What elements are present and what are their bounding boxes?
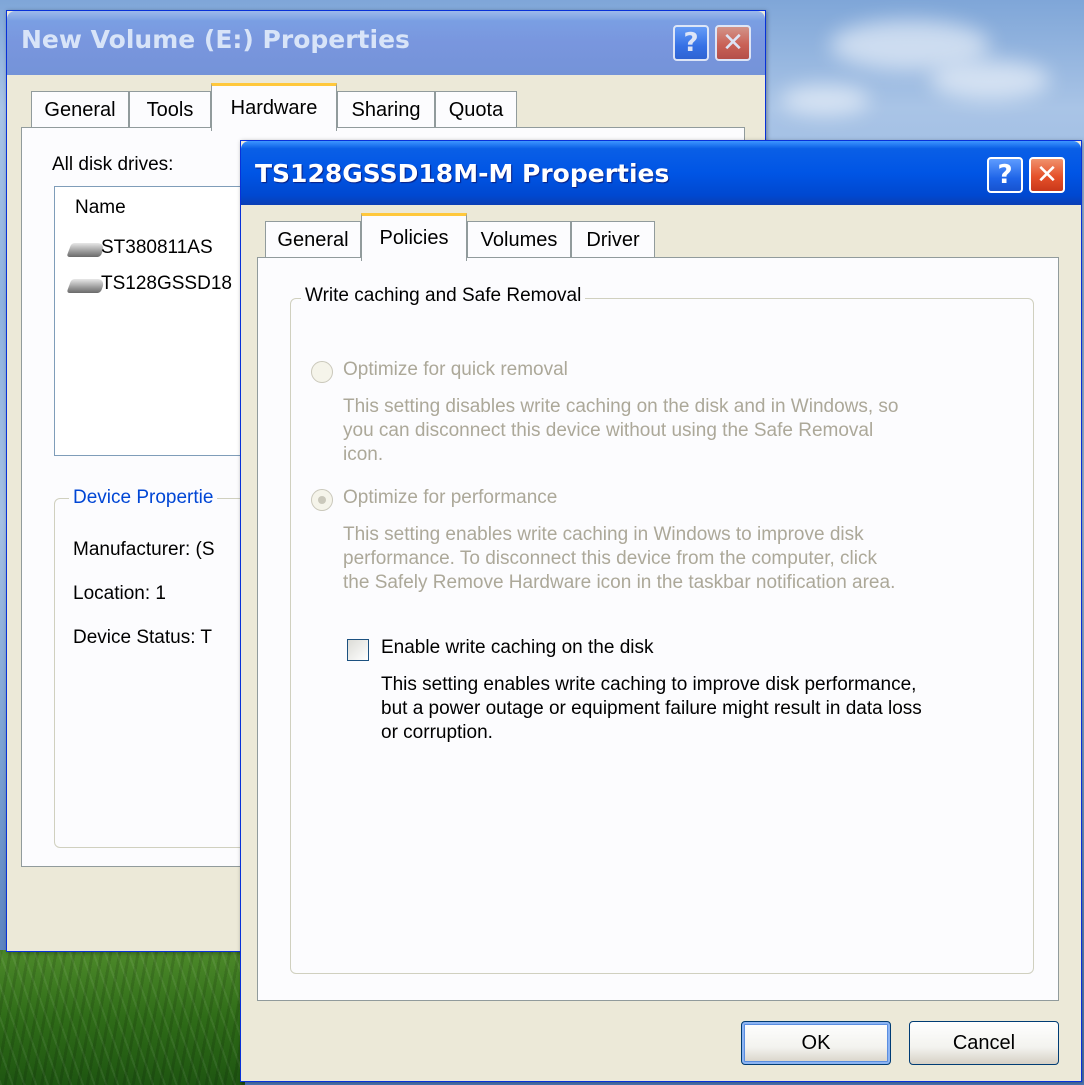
tab-label: Driver <box>586 229 640 251</box>
tab-quota[interactable]: Quota <box>435 91 517 129</box>
grass-hill <box>0 950 245 1085</box>
tab-policies[interactable]: Policies <box>361 213 467 261</box>
quick-removal-radio[interactable] <box>311 361 333 383</box>
tab-label: Sharing <box>351 99 421 121</box>
cancel-button[interactable]: Cancel <box>909 1021 1059 1065</box>
tab-label: Hardware <box>230 97 318 119</box>
help-button[interactable]: ? <box>987 157 1023 193</box>
close-icon: ✕ <box>1036 160 1058 190</box>
hard-drive-icon <box>66 279 106 293</box>
tab-label: Policies <box>379 227 449 249</box>
location-text: Location: 1 <box>73 583 166 604</box>
tab-label: Volumes <box>480 229 558 251</box>
description-line: or corruption. <box>381 722 493 743</box>
window-title: New Volume (E:) Properties <box>21 25 410 54</box>
quick-removal-description: This setting disables write caching on t… <box>343 395 1033 467</box>
description-line: This setting enables write caching to im… <box>381 674 917 695</box>
cancel-label: Cancel <box>952 1031 1016 1054</box>
description-line: the Safely Remove Hardware icon in the t… <box>343 572 896 593</box>
quick-removal-label[interactable]: Optimize for quick removal <box>343 359 568 381</box>
tab-label: Tools <box>146 99 194 121</box>
manufacturer-text: Manufacturer: (S <box>73 539 215 560</box>
write-caching-description: This setting enables write caching to im… <box>381 673 1031 745</box>
device-status-text: Device Status: T <box>73 627 213 648</box>
tab-hardware[interactable]: Hardware <box>211 83 337 131</box>
hard-drive-icon <box>66 243 106 257</box>
description-line: This setting enables write caching in Wi… <box>343 524 864 545</box>
performance-radio[interactable] <box>311 489 333 511</box>
tab-volumes[interactable]: Volumes <box>467 221 571 259</box>
performance-label[interactable]: Optimize for performance <box>343 487 557 509</box>
tab-label: General <box>44 99 116 121</box>
volume-properties-titlebar[interactable]: New Volume (E:) Properties ? ✕ <box>7 11 765 75</box>
disk-properties-titlebar[interactable]: TS128GSSD18M-M Properties ? ✕ <box>241 141 1081 205</box>
tab-general[interactable]: General <box>31 91 129 129</box>
disk-properties-window: TS128GSSD18M-M Properties ? ✕ General Po… <box>240 140 1082 1082</box>
drive-name: ST380811AS <box>101 237 213 258</box>
description-line: performance. To disconnect this device f… <box>343 548 878 569</box>
policies-tab-panel: Write caching and Safe Removal Optimize … <box>257 257 1059 1001</box>
tab-general[interactable]: General <box>265 221 361 259</box>
performance-description: This setting enables write caching in Wi… <box>343 523 1033 595</box>
description-line: This setting disables write caching on t… <box>343 396 899 417</box>
close-icon: ✕ <box>722 28 744 58</box>
tab-sharing[interactable]: Sharing <box>337 91 435 129</box>
group-title: Write caching and Safe Removal <box>301 285 586 307</box>
write-caching-group: Write caching and Safe Removal Optimize … <box>290 285 1034 974</box>
close-button[interactable]: ✕ <box>1029 157 1065 193</box>
cloud <box>930 60 1050 100</box>
list-header-name[interactable]: Name <box>75 197 126 219</box>
description-line: but a power outage or equipment failure … <box>381 698 922 719</box>
device-properties-label: Device Propertie <box>69 487 218 509</box>
write-caching-checkbox[interactable] <box>347 639 369 661</box>
drive-name: TS128GSSD18 <box>101 273 232 294</box>
tab-tools[interactable]: Tools <box>129 91 211 129</box>
tab-label: General <box>277 229 349 251</box>
help-icon: ? <box>997 160 1013 190</box>
write-caching-label[interactable]: Enable write caching on the disk <box>381 637 654 659</box>
cloud <box>780 85 870 115</box>
window-title: TS128GSSD18M-M Properties <box>255 159 670 188</box>
tab-driver[interactable]: Driver <box>571 221 655 259</box>
ok-button[interactable]: OK <box>741 1021 891 1065</box>
close-button[interactable]: ✕ <box>715 25 751 61</box>
tab-label: Quota <box>448 99 504 121</box>
description-line: you can disconnect this device without u… <box>343 420 874 441</box>
help-icon: ? <box>683 28 699 58</box>
ok-label: OK <box>801 1031 831 1054</box>
disk-drives-label: All disk drives: <box>52 154 174 175</box>
help-button[interactable]: ? <box>673 25 709 61</box>
description-line: icon. <box>343 444 384 465</box>
